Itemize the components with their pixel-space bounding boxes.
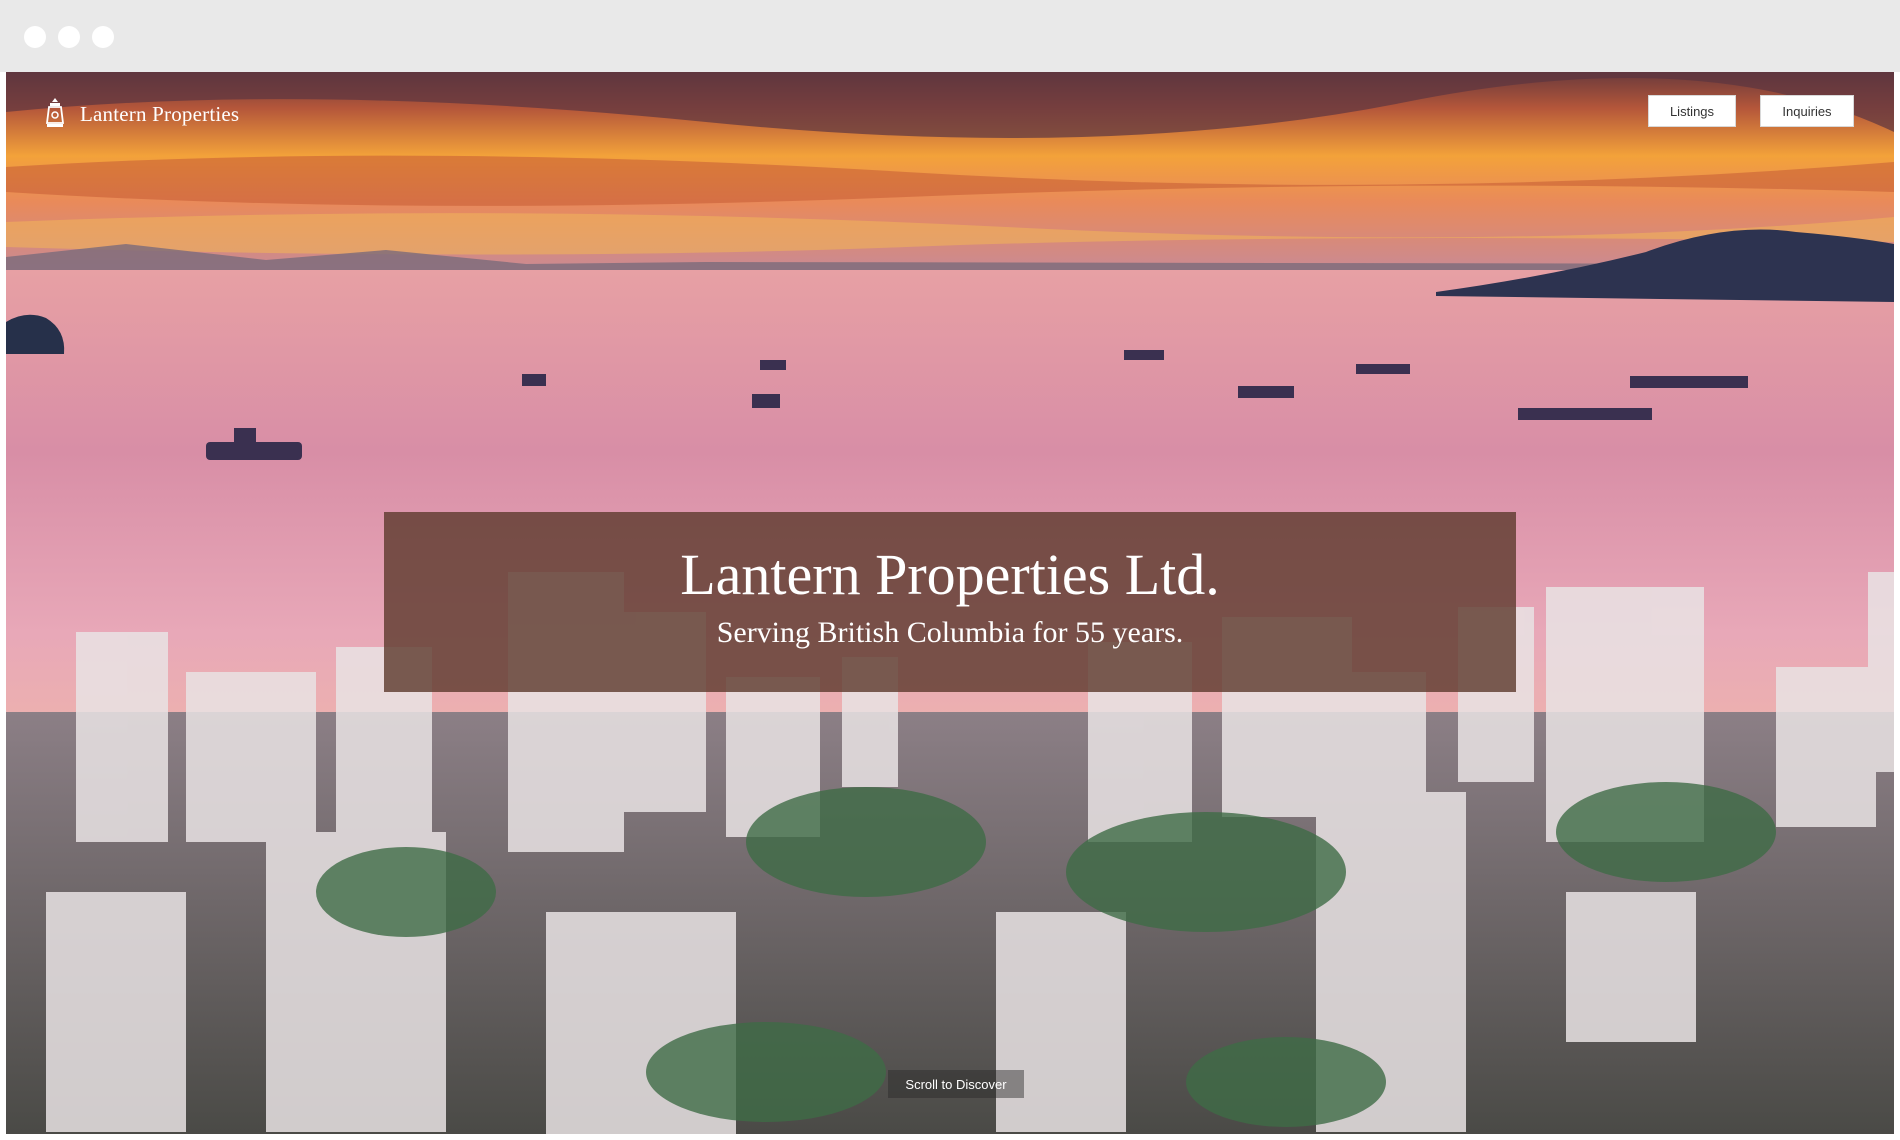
brand[interactable]: Lantern Properties <box>44 94 239 134</box>
hero-title: Lantern Properties Ltd. <box>680 542 1220 607</box>
browser-chrome <box>0 0 1900 72</box>
brand-name: Lantern Properties <box>80 101 240 126</box>
window-maximize-button[interactable] <box>92 26 114 48</box>
hero-caption: Lantern Properties Ltd. Serving British … <box>384 512 1516 692</box>
lantern-icon <box>45 98 65 127</box>
hero-section: Lantern Properties Listings Inquiries La… <box>6 72 1894 1134</box>
scroll-to-discover-button[interactable]: Scroll to Discover <box>888 1070 1024 1098</box>
window-minimize-button[interactable] <box>58 26 80 48</box>
window-close-button[interactable] <box>24 26 46 48</box>
inquiries-button[interactable]: Inquiries <box>1760 95 1854 127</box>
hero-subtitle: Serving British Columbia for 55 years. <box>716 616 1184 649</box>
listings-button[interactable]: Listings <box>1648 95 1736 127</box>
